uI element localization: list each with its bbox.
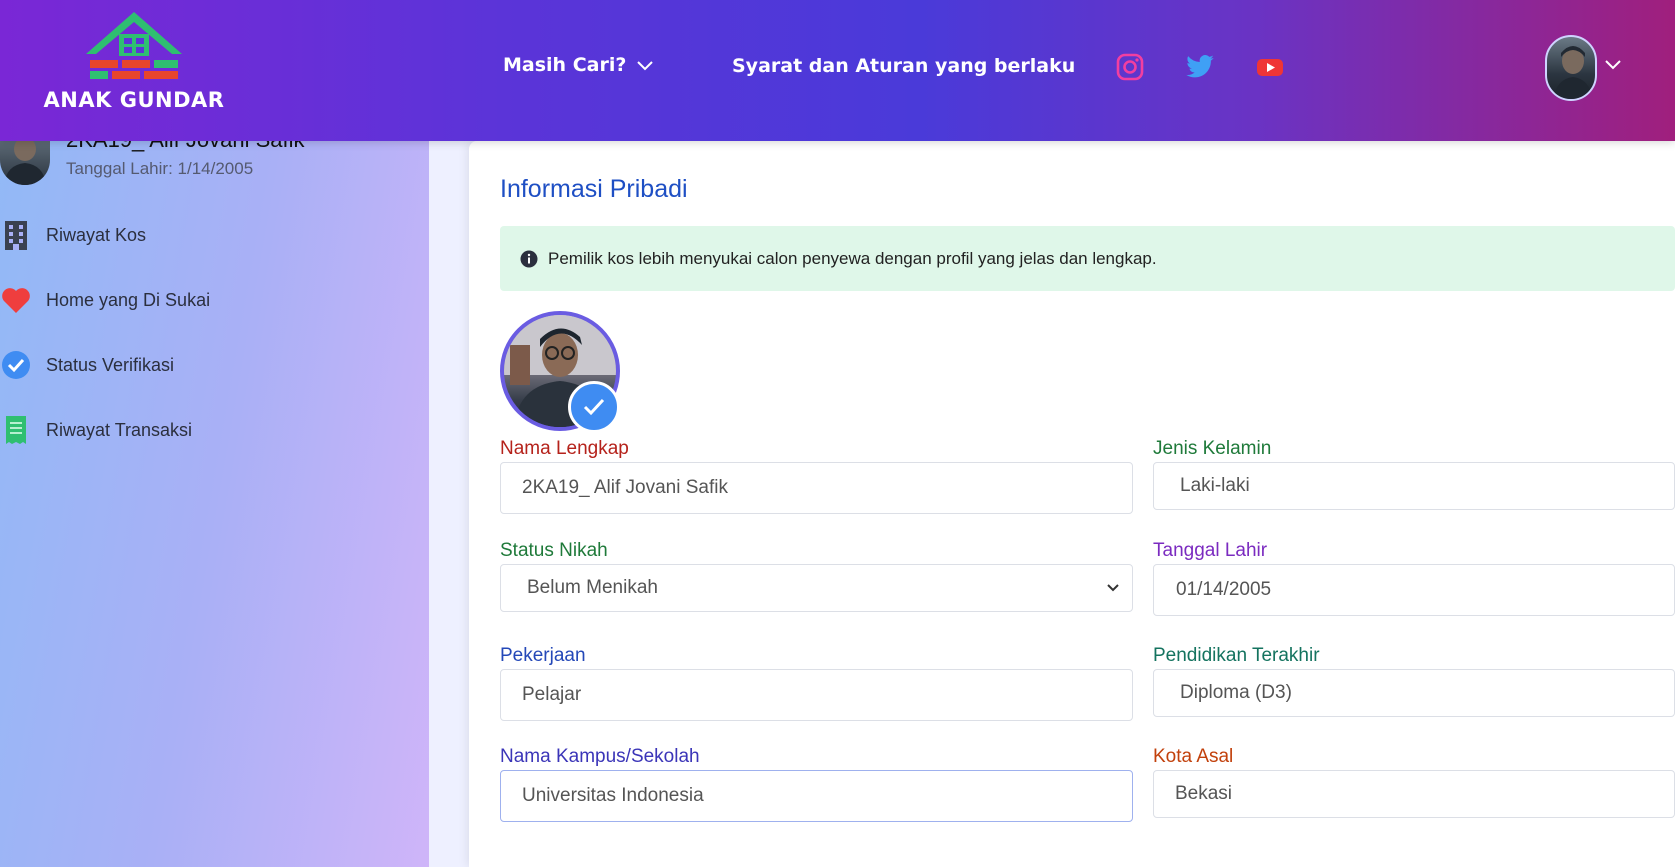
building-icon xyxy=(0,219,32,251)
nama-kampus-label: Nama Kampus/Sekolah xyxy=(500,746,700,767)
user-photo-icon xyxy=(4,141,46,185)
user-avatar[interactable] xyxy=(1545,35,1597,101)
info-icon xyxy=(520,250,538,267)
jenis-kelamin-select[interactable]: Laki-laki xyxy=(1153,462,1675,510)
profile-sidebar: 2KA19_ Alif Jovani Safik Tanggal Lahir: … xyxy=(0,127,429,867)
jenis-kelamin-value: Laki-laki xyxy=(1180,475,1250,496)
status-nikah-label: Status Nikah xyxy=(500,540,608,561)
kota-asal-label: Kota Asal xyxy=(1153,746,1234,767)
youtube-icon[interactable] xyxy=(1255,52,1285,82)
logo-text: ANAK GUNDAR xyxy=(43,88,225,112)
status-nikah-select[interactable]: Belum Menikah xyxy=(500,564,1133,612)
info-alert-text: Pemilik kos lebih menyukai calon penyewa… xyxy=(548,248,1157,268)
top-navbar: ANAK GUNDAR Masih Cari? Syarat dan Atura… xyxy=(0,0,1675,141)
pekerjaan-label: Pekerjaan xyxy=(500,645,586,666)
section-title: Informasi Pribadi xyxy=(500,175,688,203)
info-alert: Pemilik kos lebih menyukai calon penyewa… xyxy=(500,226,1675,291)
sidebar-item-riwayat-kos[interactable]: Riwayat Kos xyxy=(0,215,400,255)
sidebar-avatar xyxy=(0,141,50,185)
nama-lengkap-value: 2KA19_ Alif Jovani Safik xyxy=(522,477,728,498)
check-circle-icon xyxy=(0,349,32,381)
personal-info-card: Informasi Pribadi Pemilik kos lebih meny… xyxy=(469,141,1675,867)
twitter-icon[interactable] xyxy=(1185,52,1215,82)
nav-syarat-link[interactable]: Syarat dan Aturan yang berlaku xyxy=(732,55,1075,77)
verified-badge xyxy=(568,381,620,433)
instagram-icon[interactable] xyxy=(1115,52,1145,82)
chevron-down-icon xyxy=(1107,584,1119,592)
sidebar-item-status-verifikasi[interactable]: Status Verifikasi xyxy=(0,345,400,385)
nav-masih-cari-dropdown[interactable]: Masih Cari? xyxy=(503,54,654,76)
house-logo-icon xyxy=(86,12,182,79)
jenis-kelamin-label: Jenis Kelamin xyxy=(1153,438,1272,459)
sidebar-user-dob: Tanggal Lahir: 1/14/2005 xyxy=(66,159,254,178)
user-photo-icon xyxy=(1553,46,1593,99)
account-dropdown-chevron-icon[interactable] xyxy=(1604,57,1622,75)
sidebar-item-label: Status Verifikasi xyxy=(46,354,175,375)
sidebar-item-riwayat-transaksi[interactable]: Riwayat Transaksi xyxy=(0,410,400,450)
pendidikan-terakhir-select[interactable]: Diploma (D3) xyxy=(1153,669,1675,717)
sidebar-item-label: Riwayat Transaksi xyxy=(46,419,193,440)
tanggal-lahir-input[interactable]: 01/14/2005 xyxy=(1153,564,1675,616)
pendidikan-terakhir-label: Pendidikan Terakhir xyxy=(1153,645,1320,666)
pendidikan-terakhir-value: Diploma (D3) xyxy=(1180,682,1292,703)
nama-lengkap-label: Nama Lengkap xyxy=(500,438,629,459)
sidebar-user-card: 2KA19_ Alif Jovani Safik Tanggal Lahir: … xyxy=(0,127,420,201)
check-icon xyxy=(583,398,605,416)
pekerjaan-value: Pelajar xyxy=(522,684,582,705)
heart-icon xyxy=(0,284,32,316)
status-nikah-value: Belum Menikah xyxy=(527,577,658,598)
receipt-icon xyxy=(0,414,32,446)
pekerjaan-input[interactable]: Pelajar xyxy=(500,669,1133,721)
chevron-down-icon xyxy=(637,61,654,71)
kota-asal-value: Bekasi xyxy=(1175,783,1233,804)
nama-kampus-value: Universitas Indonesia xyxy=(522,785,704,806)
tanggal-lahir-label: Tanggal Lahir xyxy=(1153,540,1268,561)
nama-kampus-input[interactable]: Universitas Indonesia xyxy=(500,770,1133,822)
nav-masih-cari-label: Masih Cari? xyxy=(503,54,627,76)
nama-lengkap-input[interactable]: 2KA19_ Alif Jovani Safik xyxy=(500,462,1133,514)
kota-asal-select[interactable]: Bekasi xyxy=(1153,770,1675,818)
sidebar-item-label: Riwayat Kos xyxy=(46,224,147,245)
sidebar-item-label: Home yang Di Sukai xyxy=(46,289,211,310)
tanggal-lahir-value: 01/14/2005 xyxy=(1176,579,1272,600)
sidebar-item-home-disukai[interactable]: Home yang Di Sukai xyxy=(0,280,400,320)
